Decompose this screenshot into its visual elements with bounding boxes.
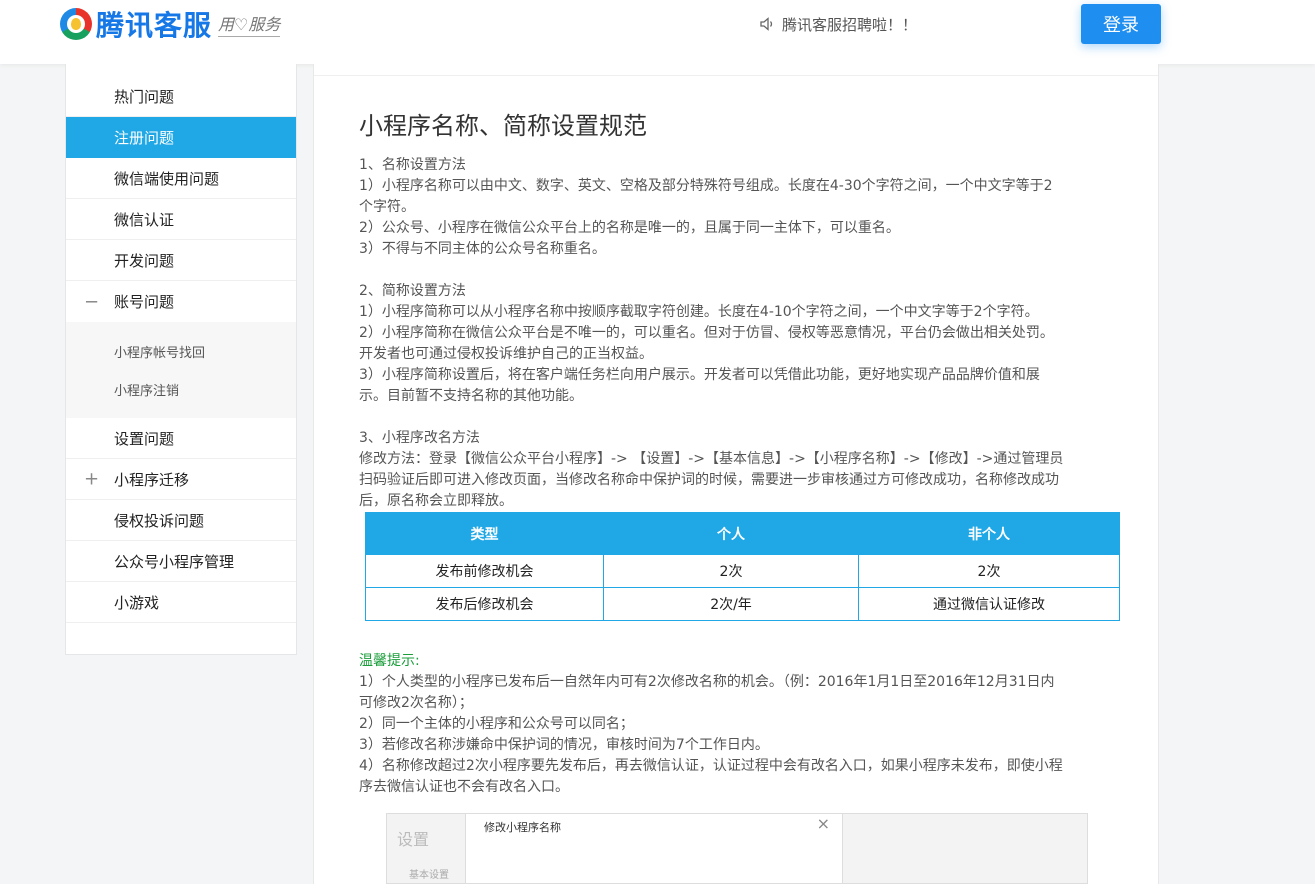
embedded-screenshot: 设置 基本设置 修改小程序名称 × — [386, 813, 1088, 884]
sidebar-item-label: 小游戏 — [114, 593, 160, 612]
sidebar-item-label: 小程序迁移 — [114, 470, 190, 489]
screenshot-dialog: 修改小程序名称 × — [465, 814, 843, 883]
sidebar-item-hot-questions[interactable]: 热门问题 — [66, 76, 296, 117]
paragraph-line: 开发者也可通过侵权投诉维护自己的正当权益。 — [359, 346, 653, 362]
sidebar-item-wechat-verification[interactable]: 微信认证 — [66, 199, 296, 240]
recruit-notice[interactable]: 腾讯客服招聘啦！！ — [760, 14, 917, 34]
tip-line: 4）名称修改超过2次小程序要先发布后，再去微信认证，认证过程中会有改名入口，如果… — [359, 758, 1063, 774]
paragraph-line: 示。目前暂不支持名称的其他功能。 — [359, 388, 583, 404]
paragraph-line: 3）小程序简称设置后，将在客户端任务栏向用户展示。开发者可以凭借此功能，更好地实… — [359, 367, 1040, 383]
sidebar-item-migration[interactable]: + 小程序迁移 — [66, 459, 296, 500]
submenu-item-account-cancellation[interactable]: 小程序注销 — [114, 380, 179, 399]
paragraph-line: 扫码验证后即可进入修改页面，当修改名称命中保护词的时候，需要进一步审核通过方可修… — [359, 472, 1059, 488]
speaker-icon — [760, 17, 773, 31]
section-heading: 1、名称设置方法 — [359, 157, 466, 173]
recruit-notice-text: 腾讯客服招聘啦！！ — [782, 15, 918, 34]
table-header-cell: 个人 — [603, 512, 859, 555]
sidebar-item-wechat-usage[interactable]: 微信端使用问题 — [66, 158, 296, 199]
paragraph-line: 1）小程序名称可以由中文、数字、英文、空格及部分特殊符号组成。长度在4-30个字… — [359, 178, 1053, 194]
table-cell: 发布后修改机会 — [365, 587, 604, 621]
table-row: 发布后修改机会 2次/年 通过微信认证修改 — [365, 587, 1120, 621]
tip-line: 3）若修改名称涉嫌命中保护词的情况，审核时间为7个工作日内。 — [359, 737, 769, 753]
paragraph-line: 3）不得与不同主体的公众号名称重名。 — [359, 241, 606, 257]
collapse-icon[interactable]: − — [84, 291, 99, 312]
submenu-item-account-recovery[interactable]: 小程序帐号找回 — [114, 342, 205, 361]
section-heading: 3、小程序改名方法 — [359, 430, 480, 446]
tencent-service-logo-icon — [60, 8, 92, 40]
sidebar-item-account[interactable]: − 账号问题 — [66, 281, 296, 322]
tip-line: 1）个人类型的小程序已发布后一自然年内可有2次修改名称的机会。（例：2016年1… — [359, 674, 1055, 690]
table-cell: 2次/年 — [603, 587, 859, 621]
section-heading: 2、简称设置方法 — [359, 283, 466, 299]
sidebar-item-label: 账号问题 — [114, 293, 175, 311]
table-header-row: 类型 个人 非个人 — [365, 512, 1120, 555]
login-button[interactable]: 登录 — [1081, 4, 1161, 44]
table-cell: 发布前修改机会 — [365, 554, 604, 588]
sidebar-item-label: 微信认证 — [114, 210, 175, 229]
paragraph-line: 后，原名称会立即释放。 — [359, 493, 513, 509]
expand-icon[interactable]: + — [84, 469, 99, 490]
paragraph-line: 1）小程序简称可以从小程序名称中按顺序截取字符创建。长度在4-10个字符之间，一… — [359, 304, 1039, 320]
article-panel: 小程序名称、简称设置规范 1、名称设置方法 1）小程序名称可以由中文、数字、英文… — [313, 64, 1159, 884]
screenshot-side-sub: 基本设置 — [409, 870, 449, 881]
screenshot-dialog-title: 修改小程序名称 — [484, 821, 561, 834]
page-title: 小程序名称、简称设置规范 — [359, 112, 647, 140]
screenshot-sidebar: 设置 基本设置 — [387, 814, 465, 883]
sidebar-item-label: 热门问题 — [114, 87, 175, 106]
sidebar-item-label: 侵权投诉问题 — [114, 511, 205, 530]
sidebar-item-label: 微信端使用问题 — [114, 169, 220, 188]
sidebar-item-label: 开发问题 — [114, 251, 175, 270]
divider — [314, 75, 1158, 76]
sidebar-item-settings[interactable]: 设置问题 — [66, 418, 296, 459]
table-cell: 通过微信认证修改 — [858, 587, 1120, 621]
sidebar-item-development[interactable]: 开发问题 — [66, 240, 296, 281]
sidebar-item-label: 设置问题 — [114, 429, 175, 448]
paragraph-line: 修改方法：登录【微信公众平台小程序】-> 【设置】->【基本信息】->【小程序名… — [359, 451, 1064, 467]
table-row: 发布前修改机会 2次 2次 — [365, 554, 1120, 588]
rename-rules-table: 类型 个人 非个人 发布前修改机会 2次 2次 发布后修改机会 2次/年 通过微… — [365, 512, 1120, 621]
paragraph-line: 2）公众号、小程序在微信公众平台上的名称是唯一的，且属于同一主体下，可以重名。 — [359, 220, 900, 236]
tip-heading: 温馨提示: — [359, 653, 420, 669]
sidebar: 热门问题 注册问题 微信端使用问题 微信认证 开发问题 − 账号问题 小程序帐号… — [65, 64, 297, 655]
table-header-cell: 类型 — [365, 512, 604, 555]
screenshot-side-title: 设置 — [397, 830, 430, 849]
top-header: 腾讯客服 用♡服务 腾讯客服招聘啦！！ 登录 — [0, 0, 1315, 64]
logo[interactable]: 腾讯客服 用♡服务 — [60, 6, 281, 42]
tip-line: 序去微信认证也不会有改名入口。 — [359, 779, 569, 795]
paragraph-line: 个字符。 — [359, 199, 415, 215]
sidebar-item-registration[interactable]: 注册问题 — [66, 117, 296, 158]
tip-line: 可修改2次名称）； — [359, 695, 473, 711]
sidebar-item-mini-games[interactable]: 小游戏 — [66, 582, 296, 623]
table-cell: 2次 — [603, 554, 859, 588]
logo-text: 腾讯客服 — [96, 9, 213, 42]
sidebar-item-infringement[interactable]: 侵权投诉问题 — [66, 500, 296, 541]
sidebar-item-label: 注册问题 — [114, 129, 175, 147]
paragraph-line: 2）小程序简称在微信公众平台是不唯一的，可以重名。但对于仿冒、侵权等恶意情况，平… — [359, 325, 1054, 341]
tip-line: 2）同一个主体的小程序和公众号可以同名； — [359, 716, 634, 732]
logo-slogan: 用♡服务 — [218, 11, 281, 37]
table-header-cell: 非个人 — [858, 512, 1120, 555]
sidebar-item-account-management[interactable]: 公众号小程序管理 — [66, 541, 296, 582]
account-submenu: 小程序帐号找回 小程序注销 — [66, 322, 296, 418]
close-icon: × — [816, 814, 830, 833]
table-cell: 2次 — [858, 554, 1120, 588]
sidebar-item-label: 公众号小程序管理 — [114, 552, 235, 571]
